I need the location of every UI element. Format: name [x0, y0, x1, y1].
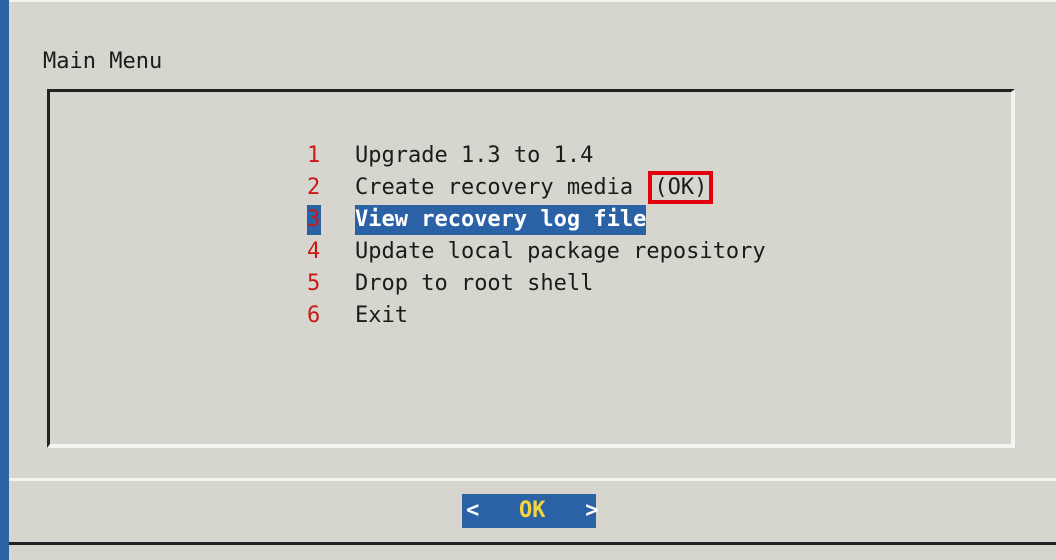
dialog-title: Main Menu: [43, 49, 163, 74]
desktop-background-edge: [0, 0, 9, 560]
menu-item-key: 6: [306, 303, 321, 328]
ok-button-label: OK: [519, 498, 546, 523]
menu-item-upgrade[interactable]: 1 Upgrade 1.3 to 1.4: [254, 111, 593, 168]
menu-item-view-recovery-log[interactable]: 3 View recovery log file: [254, 175, 647, 235]
terminal-screen: Main Menu 1 Upgrade 1.3 to 1.4 2 Create re…: [0, 0, 1056, 560]
menu-item-label: Exit: [354, 303, 408, 328]
dialog-border-bottom: [9, 542, 1056, 545]
ok-button-right-bracket: >: [585, 498, 599, 523]
menu-item-exit[interactable]: 6 Exit: [254, 271, 408, 328]
ok-status-annotation: (OK): [648, 171, 714, 204]
menu-item-create-recovery-media[interactable]: 2 Create recovery media (OK): [254, 143, 714, 204]
menu-item-root-shell[interactable]: 5 Drop to root shell: [254, 239, 593, 296]
button-area-separator: [9, 478, 1056, 481]
dialog-border-top: [9, 0, 1056, 2]
menu-item-update-repository[interactable]: 4 Update local package repository: [254, 207, 766, 264]
ok-button-left-bracket: <: [466, 498, 480, 523]
ok-button[interactable]: < OK >: [462, 494, 599, 528]
